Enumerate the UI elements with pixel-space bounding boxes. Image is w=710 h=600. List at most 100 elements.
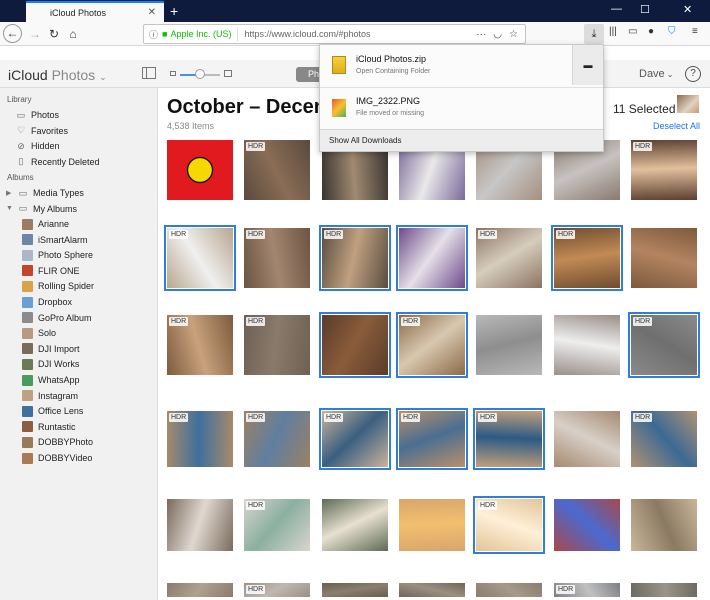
photo-thumbnail[interactable]: HDR	[244, 499, 310, 551]
sidebar-item-hidden[interactable]: ⊘ Hidden	[16, 139, 59, 153]
photo-thumbnail[interactable]: HDR	[244, 583, 310, 597]
sidebar-item-ismartalarm[interactable]: iSmartAlarm	[22, 233, 88, 247]
photo-thumbnail[interactable]: HDR	[319, 225, 391, 291]
close-window-button[interactable]: ✕	[683, 3, 692, 16]
menu-icon[interactable]: ≡	[692, 26, 698, 37]
photo-thumbnail[interactable]	[631, 583, 697, 597]
app-logo[interactable]: iCloud Photos ⌄	[8, 67, 107, 83]
photo-thumbnail[interactable]: HDR	[244, 228, 310, 288]
folder-icon[interactable]: ▬	[572, 45, 603, 85]
photo-thumbnail[interactable]	[631, 228, 697, 288]
library-icon[interactable]: |||	[609, 26, 617, 37]
sidebar-item-photos[interactable]: ▭ Photos	[16, 108, 59, 122]
photo-thumbnail[interactable]	[167, 499, 233, 551]
sidebar-item-favorites[interactable]: ♡ Favorites	[16, 124, 68, 138]
photo-thumbnail[interactable]	[554, 315, 620, 375]
album-thumbnail	[22, 327, 33, 339]
photo-thumbnail[interactable]: HDR	[244, 315, 310, 375]
photo-thumbnail[interactable]	[476, 315, 542, 375]
sidebar-item-dobbyvideo[interactable]: DOBBYVideo	[22, 451, 92, 465]
photo-thumbnail[interactable]: HDR	[167, 411, 233, 467]
sidebar-item-rolling-spider[interactable]: Rolling Spider	[22, 279, 94, 293]
sidebar-toggle-icon[interactable]	[142, 67, 156, 79]
sidebar-item-arianne[interactable]: Arianne	[22, 217, 69, 231]
pocket-icon[interactable]: ◡	[493, 29, 502, 40]
photo-thumbnail[interactable]	[631, 499, 697, 551]
new-tab-button[interactable]: +	[170, 3, 178, 19]
deselect-all-link[interactable]: Deselect All	[653, 121, 700, 131]
sidebar-item-gopro-album[interactable]: GoPro Album	[22, 311, 92, 325]
photo-thumbnail[interactable]: HDR	[396, 408, 468, 470]
sidebar-item-photo-sphere[interactable]: Photo Sphere	[22, 248, 93, 262]
photo-thumbnail[interactable]	[399, 583, 465, 597]
url-bar[interactable]: ⓘ ■ Apple Inc. (US) https://www.icloud.c…	[143, 24, 526, 44]
sidebar-item-runtastic[interactable]: Runtastic	[22, 420, 76, 434]
zoom-slider-handle[interactable]	[195, 69, 205, 79]
sidebar-item-label: DOBBYPhoto	[38, 437, 94, 448]
photo-thumbnail[interactable]	[396, 225, 468, 291]
sidebar-group-media-types[interactable]: ▶ ▭ Media Types	[6, 186, 84, 200]
photo-thumbnail[interactable]	[167, 140, 233, 200]
download-item[interactable]: iCloud Photos.zip Open Containing Folder…	[320, 45, 603, 85]
photo-thumbnail[interactable]	[167, 583, 233, 597]
photo-thumbnail[interactable]	[554, 499, 620, 551]
photo-thumbnail[interactable]: HDR	[473, 408, 545, 470]
site-identity[interactable]: Apple Inc. (US)	[170, 29, 231, 39]
chevron-right-icon[interactable]: ▶	[6, 189, 14, 197]
photo-thumbnail[interactable]: HDR	[164, 225, 236, 291]
photo-thumbnail[interactable]: HDR	[631, 411, 697, 467]
forward-icon[interactable]: →	[26, 25, 44, 43]
tracking-shield-icon[interactable]: ⛉	[668, 26, 676, 37]
hdr-badge: HDR	[478, 230, 498, 239]
photo-thumbnail[interactable]: HDR	[396, 312, 468, 378]
sidebar-item-flir-one[interactable]: FLIR ONE	[22, 264, 80, 278]
help-button[interactable]: ?	[685, 66, 701, 82]
info-icon[interactable]: ⓘ	[149, 28, 158, 41]
photo-thumbnail[interactable]: HDR	[628, 312, 700, 378]
maximize-button[interactable]: ☐	[640, 3, 650, 16]
photo-thumbnail[interactable]	[399, 499, 465, 551]
downloads-icon[interactable]: ⤓	[584, 24, 604, 44]
hdr-badge: HDR	[556, 585, 576, 594]
sidebar-item-solo[interactable]: Solo	[22, 326, 56, 340]
photo-thumbnail[interactable]: HDR	[631, 140, 697, 200]
bookmark-star-icon[interactable]: ☆	[509, 29, 518, 40]
photo-thumbnail[interactable]: HDR	[554, 583, 620, 597]
photo-thumbnail[interactable]: HDR	[551, 225, 623, 291]
photo-thumbnail[interactable]: HDR	[476, 228, 542, 288]
photo-thumbnail[interactable]: HDR	[319, 408, 391, 470]
minimize-button[interactable]: —	[611, 3, 622, 15]
reader-icon[interactable]: ▭	[628, 26, 637, 37]
show-all-downloads-button[interactable]: Show All Downloads	[320, 129, 603, 151]
reload-icon[interactable]: ↻	[45, 25, 63, 43]
photo-thumbnail[interactable]: HDR	[473, 496, 545, 554]
sidebar-item-recently-deleted[interactable]: ▯ Recently Deleted	[16, 155, 100, 169]
browser-tab[interactable]: iCloud Photos ✕	[26, 1, 164, 22]
user-menu[interactable]: Dave ⌄	[639, 68, 673, 80]
photo-thumbnail[interactable]: HDR	[244, 140, 310, 200]
url-text[interactable]: https://www.icloud.com/#photos	[244, 29, 476, 39]
photo-thumbnail[interactable]	[322, 499, 388, 551]
photo-thumbnail[interactable]	[476, 583, 542, 597]
home-icon[interactable]: ⌂	[64, 25, 82, 43]
photo-thumbnail[interactable]	[554, 411, 620, 467]
photo-thumbnail[interactable]	[322, 583, 388, 597]
sidebar-item-dji-import[interactable]: DJI Import	[22, 342, 80, 356]
sidebar-group-my-albums[interactable]: ▼ ▭ My Albums	[6, 202, 77, 216]
back-icon[interactable]: ←	[3, 24, 22, 43]
tab-close-icon[interactable]: ✕	[148, 7, 156, 18]
sidebar-item-dji-works[interactable]: DJI Works	[22, 357, 79, 371]
sidebar-item-office-lens[interactable]: Office Lens	[22, 404, 83, 418]
page-actions-icon[interactable]: ···	[476, 29, 486, 40]
account-icon[interactable]: ●	[648, 26, 654, 37]
sidebar-item-instagram[interactable]: Instagram	[22, 389, 78, 403]
downloads-panel: iCloud Photos.zip Open Containing Folder…	[319, 44, 604, 152]
photo-thumbnail[interactable]: HDR	[167, 315, 233, 375]
sidebar-item-whatsapp[interactable]: WhatsApp	[22, 373, 80, 387]
download-item[interactable]: IMG_2322.PNG File moved or missing	[320, 89, 603, 129]
photo-thumbnail[interactable]: HDR	[244, 411, 310, 467]
sidebar-item-dobbyphoto[interactable]: DOBBYPhoto	[22, 435, 93, 449]
chevron-down-icon[interactable]: ▼	[6, 205, 14, 212]
photo-thumbnail[interactable]	[319, 312, 391, 378]
sidebar-item-dropbox[interactable]: Dropbox	[22, 295, 72, 309]
